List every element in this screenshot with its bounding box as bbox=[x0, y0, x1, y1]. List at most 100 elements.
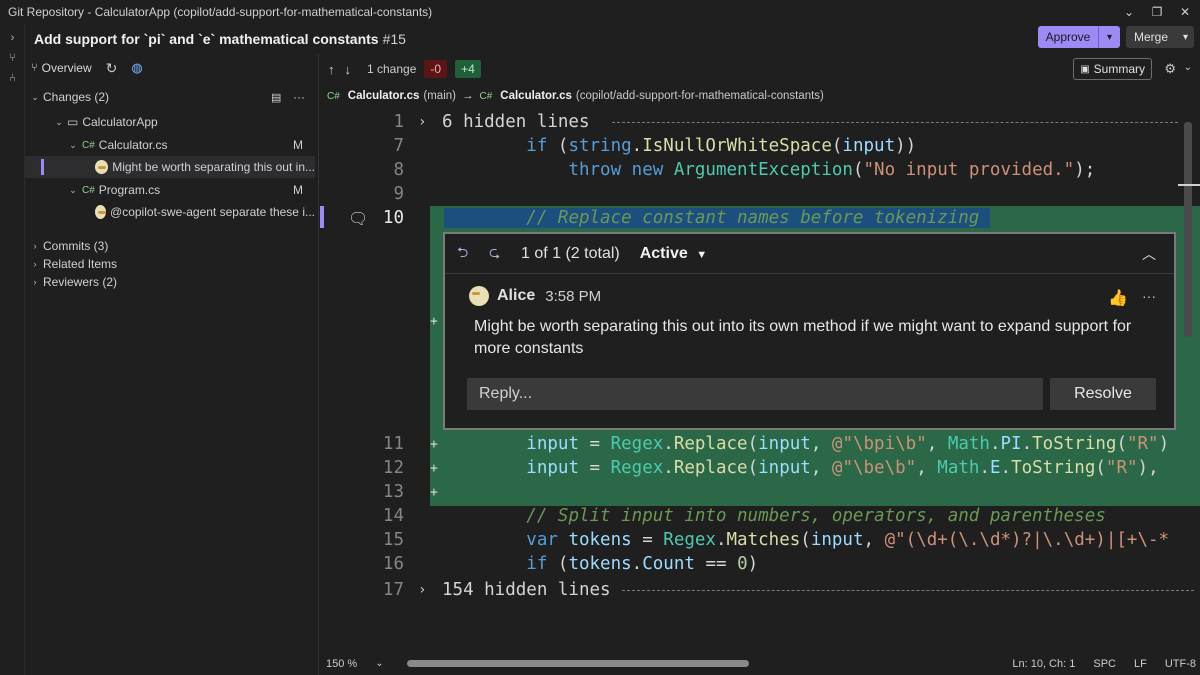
window-controls: ⌄ ❐ ✕ bbox=[1122, 0, 1192, 24]
chevron-right-icon: › bbox=[33, 277, 37, 287]
summary-button[interactable]: ▣ Summary bbox=[1073, 58, 1152, 80]
summary-icon: ▣ bbox=[1080, 63, 1090, 75]
file-icon[interactable]: ▤ bbox=[271, 91, 281, 104]
arrow-right-icon: → bbox=[461, 90, 474, 102]
chevron-down-icon[interactable]: ⌄ bbox=[1122, 5, 1136, 19]
approve-label: Approve bbox=[1045, 30, 1091, 44]
previous-comment-icon[interactable]: ⮌ bbox=[457, 242, 479, 266]
expand-chevron-icon[interactable]: › bbox=[0, 28, 25, 48]
comment-counter: 1 of 1 (2 total) bbox=[521, 244, 620, 262]
window-title: Git Repository - CalculatorApp (copilot/… bbox=[8, 5, 433, 19]
resolve-button[interactable]: Resolve bbox=[1050, 378, 1156, 410]
diff-toolbar: ↑ ↓ 1 change -0 +4 ▣ Summary ⚙ ⌄ bbox=[320, 54, 1200, 84]
more-icon[interactable]: ··· bbox=[293, 90, 305, 104]
project-name: CalculatorApp bbox=[82, 115, 158, 129]
encoding[interactable]: UTF-8 bbox=[1165, 658, 1196, 670]
line-number: 8 bbox=[393, 160, 404, 180]
code-text: throw new ArgumentException("No input pr… bbox=[568, 160, 1096, 180]
comment-time: 3:58 PM bbox=[545, 287, 602, 305]
line-number: 14 bbox=[382, 506, 404, 526]
merge-button[interactable]: Merge ▾ bbox=[1126, 26, 1194, 48]
hidden-lines-divider bbox=[612, 122, 1178, 123]
collapse-icon[interactable]: ︿ bbox=[1142, 244, 1156, 264]
approve-button[interactable]: Approve ▾ bbox=[1038, 26, 1120, 48]
selection-indicator bbox=[41, 159, 44, 175]
zoom-level[interactable]: 150 % bbox=[326, 658, 357, 670]
modified-badge: M bbox=[293, 183, 303, 197]
hidden-lines-divider bbox=[622, 590, 1194, 591]
chevron-down-icon[interactable]: ▾ bbox=[1098, 26, 1120, 48]
chevron-right-icon[interactable]: › bbox=[418, 582, 426, 598]
folder-icon: ▭ bbox=[67, 115, 79, 129]
chevron-down-icon[interactable]: ⌄ bbox=[375, 658, 383, 669]
selection-indicator bbox=[320, 206, 324, 228]
right-branch: (copilot/add-support-for-mathematical-co… bbox=[575, 90, 824, 102]
code-line[interactable]: 🗨 10 // Replace constant names before to… bbox=[320, 206, 1200, 230]
avatar bbox=[95, 205, 107, 219]
file-name: Program.cs bbox=[98, 183, 161, 197]
more-icon[interactable]: ··· bbox=[1142, 288, 1156, 304]
merge-label: Merge bbox=[1134, 30, 1169, 44]
right-file-name: Calculator.cs bbox=[500, 90, 572, 102]
pull-request-icon[interactable]: ⑃ bbox=[0, 68, 25, 88]
modified-badge: M bbox=[293, 138, 303, 152]
close-icon[interactable]: ✕ bbox=[1178, 5, 1192, 19]
comment-thread-item[interactable]: @copilot-swe-agent separate these i... bbox=[25, 201, 315, 223]
code-line: 8 throw new ArgumentException("No input … bbox=[320, 158, 1200, 182]
globe-icon[interactable]: ◍ bbox=[131, 60, 142, 76]
arrow-down-icon[interactable]: ↓ bbox=[345, 62, 352, 77]
line-number: 7 bbox=[393, 136, 404, 156]
code-line: 15 var tokens = Regex.Matches(input, @"(… bbox=[320, 528, 1200, 552]
refresh-icon[interactable]: ↻ bbox=[106, 60, 118, 77]
whitespace-mode[interactable]: SPC bbox=[1093, 658, 1116, 670]
changes-section[interactable]: ⌄ Changes (2) ▤ ··· bbox=[25, 86, 315, 108]
code-line: + input = Regex.Replace(input, @"\be\b",… bbox=[430, 456, 1200, 480]
code-text: var tokens = Regex.Matches(input, @"(\d+… bbox=[526, 530, 1170, 550]
plus-marker: + bbox=[430, 314, 438, 329]
chevron-down-icon: ⌄ bbox=[55, 116, 63, 127]
chevron-down-icon: ▾ bbox=[1182, 31, 1188, 43]
overview-label: Overview bbox=[41, 61, 92, 75]
code-line: 9 bbox=[320, 182, 1200, 206]
change-count: 1 change bbox=[367, 62, 417, 76]
status-dropdown[interactable]: Active ▼ bbox=[640, 245, 707, 263]
code-text: input = Regex.Replace(input, @"\bpi\b", … bbox=[526, 434, 1170, 454]
gear-icon[interactable]: ⚙ bbox=[1164, 61, 1176, 77]
line-ending[interactable]: LF bbox=[1134, 658, 1147, 670]
chevron-down-icon[interactable]: ⌄ bbox=[1184, 62, 1192, 73]
chevron-right-icon[interactable]: › bbox=[418, 114, 426, 130]
reviewers-section[interactable]: › Reviewers (2) bbox=[25, 271, 315, 293]
status-items: Ln: 10, Ch: 1 SPC LF UTF-8 bbox=[1012, 658, 1196, 670]
chevron-right-icon: › bbox=[33, 241, 37, 251]
vertical-scrollbar[interactable] bbox=[1184, 122, 1192, 337]
csharp-icon: C# bbox=[82, 139, 95, 151]
line-number: 16 bbox=[382, 554, 404, 574]
author-name: Alice bbox=[497, 287, 536, 304]
next-comment-icon[interactable]: ⮎ bbox=[489, 242, 511, 266]
overview-button[interactable]: ⑂ Overview bbox=[31, 61, 92, 75]
reply-input[interactable]: Reply... bbox=[467, 378, 1043, 410]
comment-author-row: Alice 3:58 PM bbox=[469, 286, 601, 306]
hidden-lines-label: 154 hidden lines bbox=[442, 580, 611, 600]
thumbs-up-icon[interactable]: 👍 bbox=[1108, 288, 1128, 308]
horizontal-scrollbar[interactable] bbox=[407, 660, 749, 667]
commits-label: Commits (3) bbox=[43, 239, 109, 253]
status-bar: 150 % ⌄ Ln: 10, Ch: 1 SPC LF UTF-8 bbox=[320, 652, 1200, 675]
comment-thread-item[interactable]: Might be worth separating this out in... bbox=[25, 156, 315, 178]
code-text: if (tokens.Count == 0) bbox=[526, 554, 759, 574]
branch-icon[interactable]: ⑂ bbox=[0, 48, 25, 68]
arrow-up-icon[interactable]: ↑ bbox=[328, 62, 335, 77]
hidden-lines-row[interactable]: 17 › 154 hidden lines bbox=[320, 578, 1200, 602]
comment-thread-header: ⮌ ⮎ 1 of 1 (2 total) Active ▼ ︿ bbox=[445, 234, 1174, 274]
hidden-lines-row[interactable]: 1 › 6 hidden lines bbox=[320, 110, 1200, 134]
line-number: 13 bbox=[382, 482, 404, 502]
comment-preview: @copilot-swe-agent separate these i... bbox=[110, 205, 315, 219]
file-node[interactable]: ⌄ C# Program.cs M bbox=[25, 179, 315, 201]
restore-icon[interactable]: ❐ bbox=[1150, 5, 1164, 19]
added-count-badge: +4 bbox=[455, 60, 481, 78]
plus-marker: + bbox=[430, 436, 438, 452]
project-node[interactable]: ⌄ ▭ CalculatorApp bbox=[25, 111, 315, 133]
pr-sidebar: ⑂ Overview ↻ ◍ ⌄ Changes (2) ▤ ··· ⌄ ▭ C… bbox=[25, 54, 319, 675]
cursor-position[interactable]: Ln: 10, Ch: 1 bbox=[1012, 658, 1075, 670]
file-node[interactable]: ⌄ C# Calculator.cs M bbox=[25, 134, 315, 156]
